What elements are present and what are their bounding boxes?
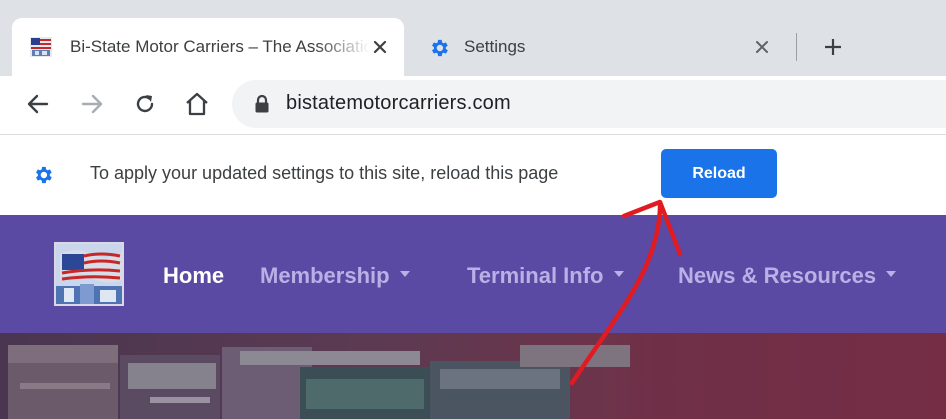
forward-icon[interactable]: [78, 90, 106, 118]
back-icon[interactable]: [24, 90, 52, 118]
plus-icon[interactable]: [820, 34, 846, 60]
tab-title: Bi-State Motor Carriers – The Associatio…: [70, 37, 370, 56]
gear-icon: [428, 37, 450, 57]
infobar-message: To apply your updated settings to this s…: [90, 163, 559, 183]
site-logo[interactable]: [54, 242, 124, 306]
nav-news-resources[interactable]: News & Resources: [678, 263, 897, 289]
caret-down-icon: [613, 271, 624, 278]
reload-infobar: To apply your updated settings to this s…: [0, 135, 946, 215]
caret-down-icon: [886, 271, 897, 278]
flag-favicon-icon: [30, 37, 52, 57]
lock-icon[interactable]: [254, 94, 270, 119]
tab-title: Settings: [464, 37, 526, 56]
reload-button[interactable]: Reload: [661, 149, 777, 198]
tab-separator: [796, 33, 797, 61]
nav-terminal-info[interactable]: Terminal Info: [467, 263, 624, 289]
site-navbar: Home Membership Terminal Info News & Res…: [0, 215, 946, 333]
gear-icon: [32, 164, 54, 191]
reload-icon[interactable]: [131, 90, 159, 118]
caret-down-icon: [399, 271, 410, 278]
tab-strip: Bi-State Motor Carriers – The Associatio…: [0, 0, 946, 84]
home-icon[interactable]: [183, 90, 211, 118]
url-text: bistatemotorcarriers.com: [286, 92, 511, 114]
tab-settings[interactable]: Settings: [414, 18, 794, 76]
address-bar[interactable]: bistatemotorcarriers.com: [232, 80, 946, 128]
tab-bistate[interactable]: Bi-State Motor Carriers – The Associatio…: [12, 18, 404, 76]
nav-home[interactable]: Home: [163, 263, 224, 289]
close-icon[interactable]: [750, 35, 774, 59]
hero-image: [0, 333, 946, 419]
close-icon[interactable]: [368, 35, 392, 59]
nav-membership[interactable]: Membership: [260, 263, 410, 289]
